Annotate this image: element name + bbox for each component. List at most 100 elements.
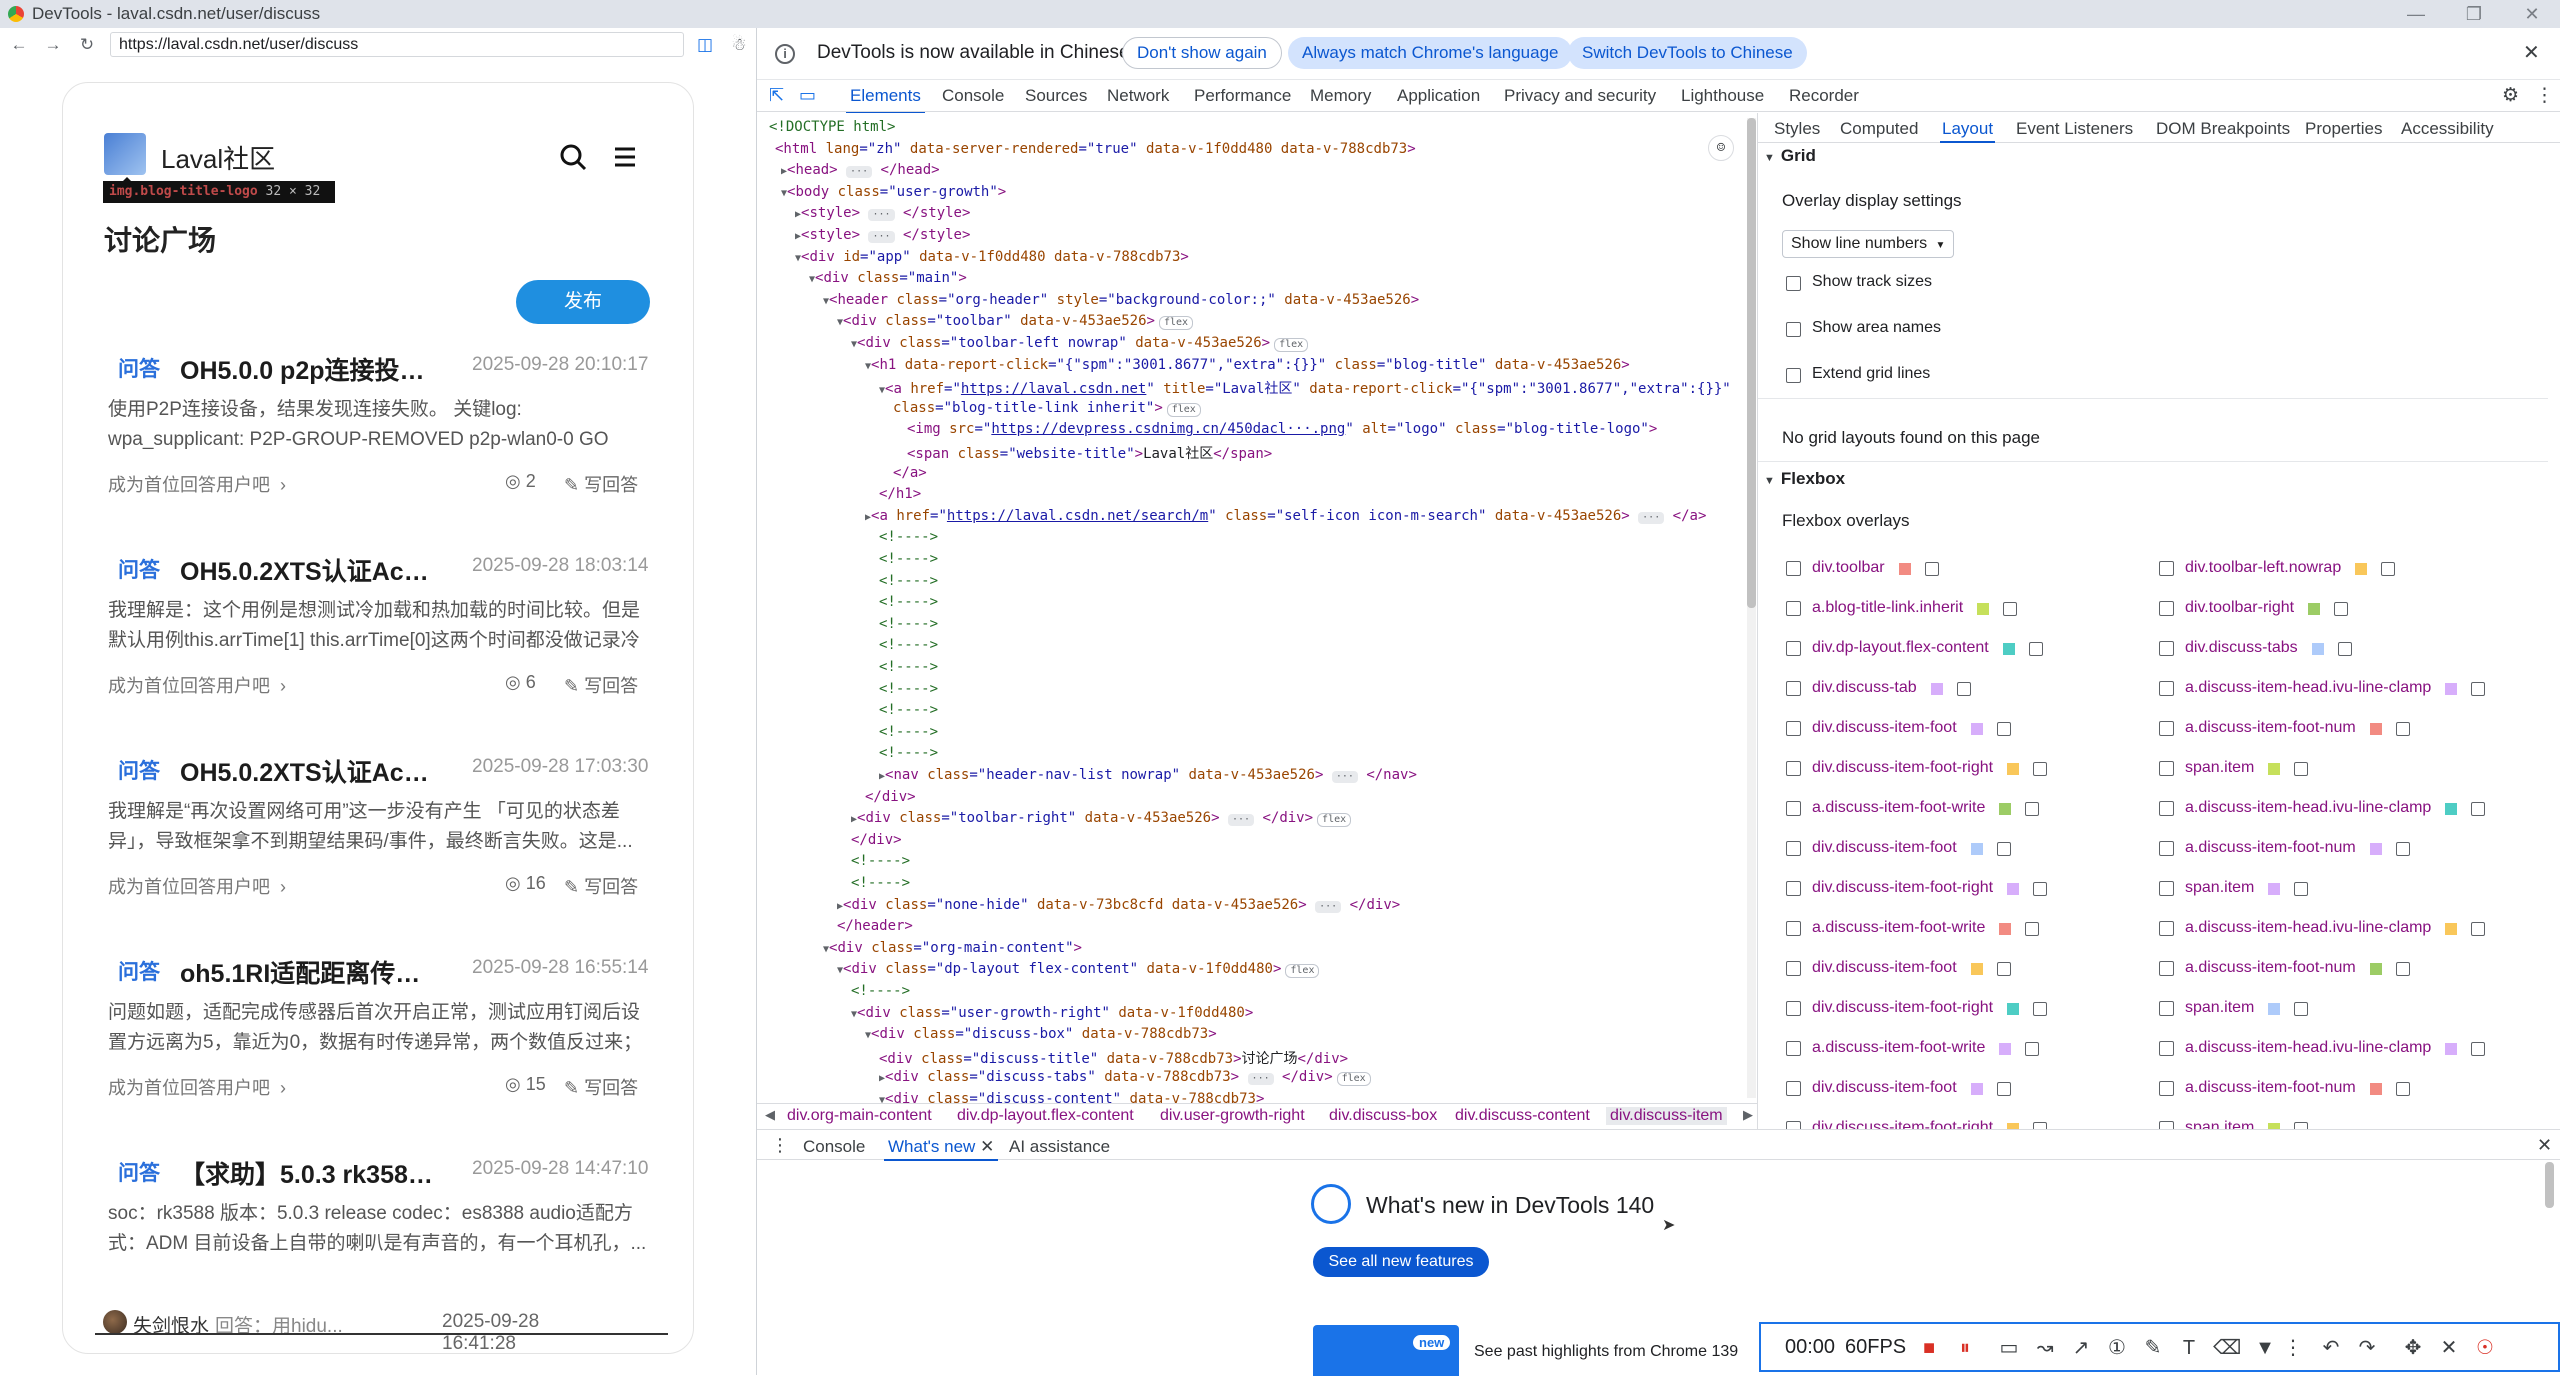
color-swatch-icon[interactable] [2007,883,2020,895]
tab-properties[interactable]: Properties [2305,119,2382,139]
flex-overlay-checkbox[interactable] [1786,801,1801,816]
tab-dom-breakpoints[interactable]: DOM Breakpoints [2156,119,2290,139]
item-foot[interactable]: 成为首位回答用户吧 › [108,471,286,497]
highlight-element-icon[interactable] [2471,802,2486,816]
flex-overlay-row[interactable]: div.discuss-item-foot-right [1778,1117,2138,1129]
color-swatch-icon[interactable] [1999,923,2012,935]
highlight-element-icon[interactable] [2033,882,2048,896]
flex-overlay-row[interactable]: div.discuss-item-foot-right [1778,997,2138,1021]
item-title[interactable]: oh5.1RI适配距离传感... [180,954,435,990]
crumb-item[interactable]: div.discuss-box [1329,1107,1437,1125]
menu-icon[interactable] [609,141,641,173]
color-swatch-icon[interactable] [1970,963,1983,975]
highlight-element-icon[interactable] [2395,722,2410,736]
flex-overlay-row[interactable]: div.toolbar [1778,557,2138,581]
tab-event-listeners[interactable]: Event Listeners [2016,119,2133,139]
dom-node-line[interactable]: <!----> [879,702,938,718]
dom-node-line[interactable]: ▶<head> ··· </head> [781,162,940,179]
color-swatch-icon[interactable] [2355,563,2368,575]
item-write[interactable]: ✎ 写回答 [564,873,638,899]
color-swatch-icon[interactable] [2311,643,2324,655]
dom-node-line[interactable]: ▶<nav class="header-nav-list nowrap" dat… [879,767,1417,783]
dom-node-line[interactable]: ▶<div class="discuss-tabs" data-v-788cdb… [879,1069,1371,1087]
item-foot[interactable]: 成为首位回答用户吧 › [108,672,286,698]
flex-overlay-checkbox[interactable] [1786,641,1801,656]
highlight-element-icon[interactable] [2334,602,2349,616]
arrow-icon[interactable]: ↗ [2069,1336,2093,1360]
back-icon[interactable]: ← [8,34,30,56]
dom-node-line[interactable]: ▼<h1 data-report-click="{"spm":"3001.867… [865,357,1630,373]
highlight-element-icon[interactable] [2471,682,2486,696]
shape-icon[interactable]: ▭ [1997,1336,2021,1360]
highlighter-icon[interactable]: ▼ [2253,1336,2277,1360]
dom-node-line[interactable]: <!----> [879,594,938,610]
flex-overlay-row[interactable]: a.discuss-item-foot-write [1778,917,2138,941]
record-icon[interactable]: ☉ [2473,1336,2497,1360]
flex-overlay-row[interactable]: div.discuss-tabs [2151,637,2511,661]
flex-overlay-checkbox[interactable] [1786,681,1801,696]
dont-show-again-button[interactable]: Don't show again [1122,37,1282,69]
track-sizes-checkbox[interactable] [1786,276,1801,291]
dom-node-line[interactable]: ▶<div class="none-hide" data-v-73bc8cfd … [837,897,1400,913]
color-swatch-icon[interactable] [2369,843,2382,855]
flexbox-section-header[interactable]: Flexbox [1764,469,1845,489]
dom-node-line[interactable]: ▼<a href="https://laval.csdn.net" title=… [879,378,1731,398]
tab-computed[interactable]: Computed [1840,119,1918,139]
highlight-element-icon[interactable] [1996,962,2011,976]
flex-overlay-checkbox[interactable] [2159,801,2174,816]
flex-overlay-row[interactable]: div.toolbar-left.nowrap [2151,557,2511,581]
color-swatch-icon[interactable] [2308,603,2321,615]
pause-icon[interactable]: ⏸ [1953,1336,1977,1360]
flex-overlay-checkbox[interactable] [2159,721,2174,736]
dom-node-line[interactable]: <!----> [879,724,938,740]
flex-overlay-checkbox[interactable] [2159,681,2174,696]
drawer-tab-ai-assistance[interactable]: AI assistance [1009,1137,1110,1157]
flex-overlay-checkbox[interactable] [2159,921,2174,936]
dom-node-line[interactable]: <!----> [879,637,938,653]
dom-node-line[interactable]: </div> [865,789,916,805]
highlight-element-icon[interactable] [2471,922,2486,936]
color-swatch-icon[interactable] [1999,1043,2012,1055]
close-drawer-icon[interactable]: ✕ [2537,1135,2552,1156]
highlight-element-icon[interactable] [2395,842,2410,856]
highlight-element-icon[interactable] [1924,562,1939,576]
highlight-element-icon[interactable] [2033,1002,2048,1016]
dom-node-line[interactable]: ▼<div class="main"> [809,270,967,286]
breadcrumb-left-icon[interactable]: ◀ [765,1107,775,1123]
highlight-element-icon[interactable] [2025,922,2040,936]
highlight-element-icon[interactable] [2033,762,2048,776]
crumb-item[interactable]: div.user-growth-right [1160,1107,1305,1125]
dom-node-line[interactable]: <!----> [851,853,910,869]
highlight-element-icon[interactable] [1996,842,2011,856]
item-title[interactable]: OH5.0.2XTS认证ActsA... [180,753,435,789]
dom-node-line[interactable]: <img src="https://devpress.csdnimg.cn/45… [907,421,1657,437]
crumb-item[interactable]: div.dp-layout.flex-content [957,1107,1134,1125]
dom-node-line[interactable]: <span class="website-title">Laval社区</spa… [907,443,1272,463]
dom-node-line[interactable]: ▼<div class="discuss-content" data-v-788… [879,1091,1264,1103]
color-swatch-icon[interactable] [2445,803,2458,815]
flex-overlay-row[interactable]: a.discuss-item-head.ivu-line-clamp [2151,917,2511,941]
flex-overlay-checkbox[interactable] [2159,641,2174,656]
tab-recorder[interactable]: Recorder [1789,86,1859,106]
item-write[interactable]: ✎ 写回答 [564,1074,638,1100]
flex-overlay-row[interactable]: a.discuss-item-foot-num [2151,717,2511,741]
color-swatch-icon[interactable] [2445,923,2458,935]
dom-node-line[interactable]: class="blog-title-link inherit"> flex [893,400,1201,417]
pen-icon[interactable]: ✎ [2141,1336,2165,1360]
highlight-element-icon[interactable] [2294,762,2309,776]
flex-overlay-row[interactable]: span.item [2151,877,2511,901]
flex-overlay-checkbox[interactable] [2159,561,2174,576]
color-swatch-icon[interactable] [1970,843,1983,855]
highlight-element-icon[interactable] [2003,602,2018,616]
highlight-element-icon[interactable] [2028,642,2043,656]
flex-overlay-checkbox[interactable] [2159,1001,2174,1016]
highlight-element-icon[interactable] [2294,1002,2309,1016]
area-names-checkbox[interactable] [1786,322,1801,337]
tab-performance[interactable]: Performance [1194,86,1291,106]
color-swatch-icon[interactable] [2007,1003,2020,1015]
reload-icon[interactable]: ↻ [76,34,98,56]
url-input[interactable]: https://laval.csdn.net/user/discuss [110,32,684,57]
flex-overlay-row[interactable]: a.discuss-item-head.ivu-line-clamp [2151,1037,2511,1061]
tab-network[interactable]: Network [1107,86,1169,106]
dom-node-line[interactable]: </h1> [879,486,921,502]
